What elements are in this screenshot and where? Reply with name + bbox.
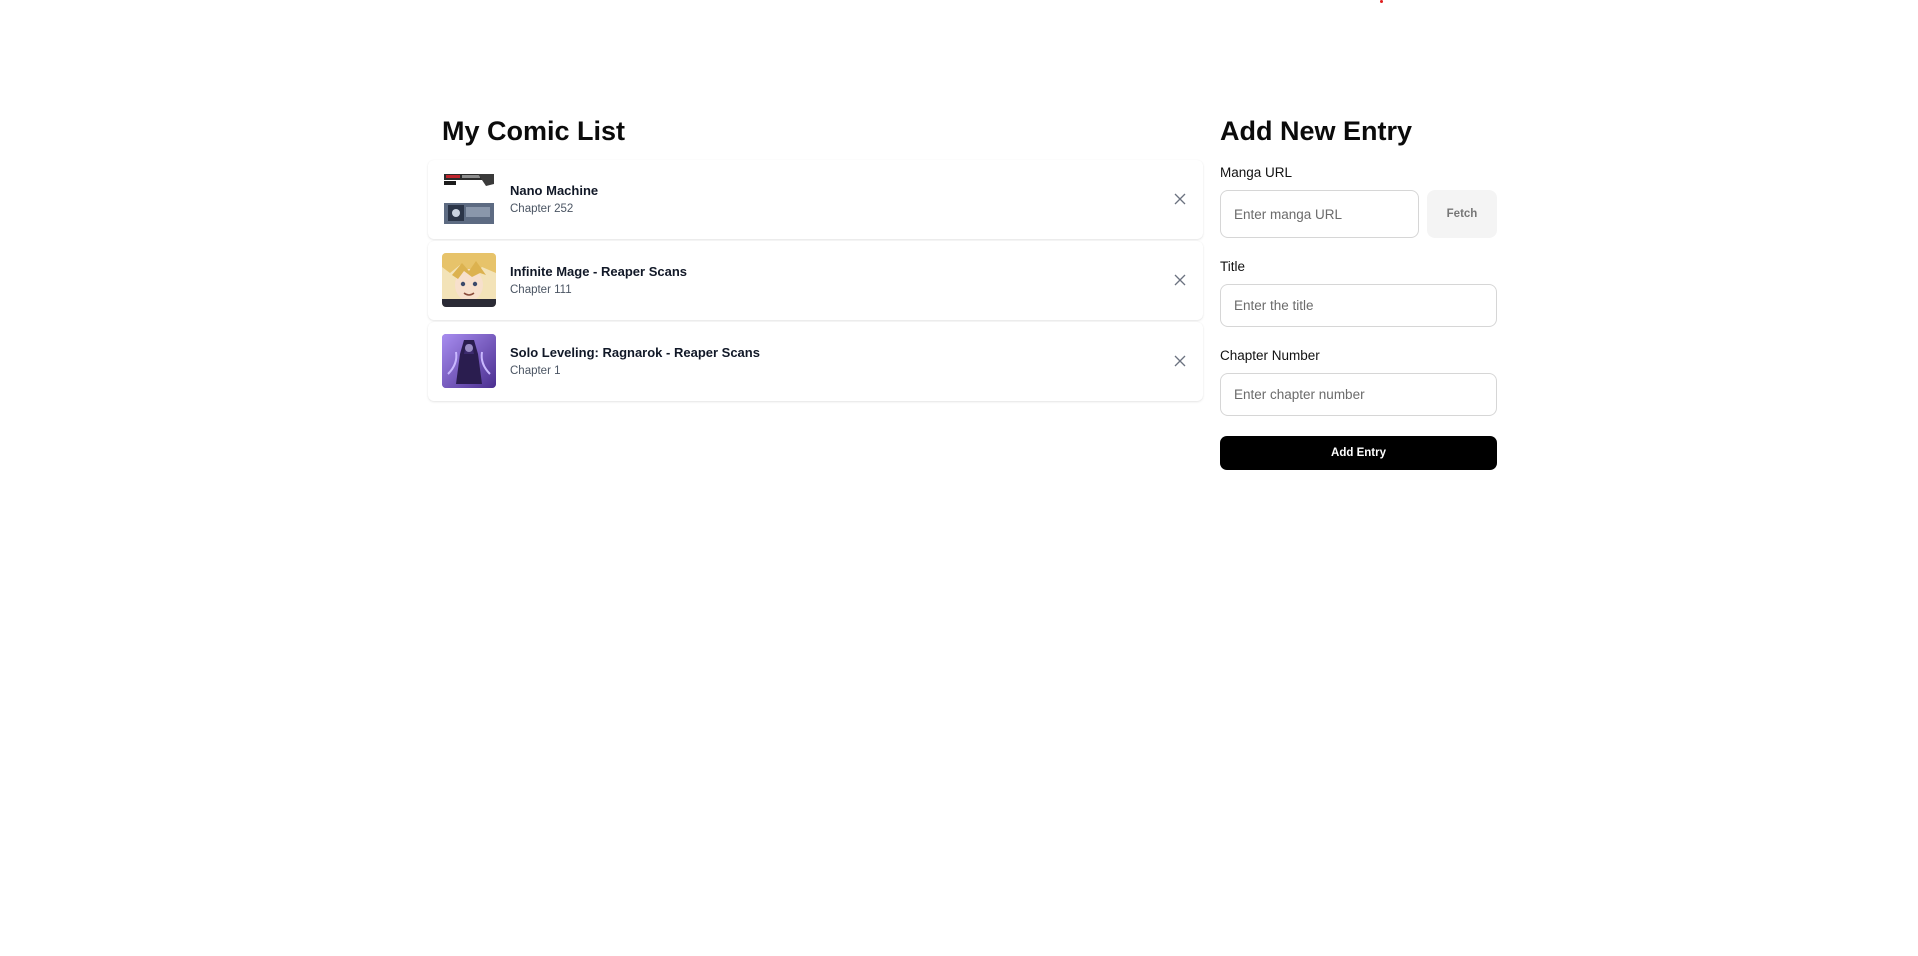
title-input[interactable] (1220, 284, 1497, 327)
close-icon (1174, 274, 1186, 286)
comic-list-section: My Comic List Nano Machine Chapter 252 I… (428, 112, 1203, 403)
comic-thumbnail[interactable] (442, 172, 496, 226)
comic-thumbnail[interactable] (442, 334, 496, 388)
comic-thumbnail[interactable] (442, 253, 496, 307)
indicator-dot (1380, 0, 1383, 3)
comic-title: Nano Machine (510, 183, 599, 198)
add-entry-form: Add New Entry Manga URL Fetch Title Chap… (1220, 112, 1497, 470)
comic-chapter: Chapter 252 (510, 203, 574, 215)
close-icon (1174, 355, 1186, 367)
remove-entry-button[interactable] (1171, 190, 1189, 208)
comic-list-title: My Comic List (442, 116, 626, 146)
close-icon (1174, 193, 1186, 205)
comic-entry: Solo Leveling: Ragnarok - Reaper Scans C… (428, 322, 1203, 401)
page: My Comic List Nano Machine Chapter 252 I… (0, 0, 1918, 956)
comic-entry: Nano Machine Chapter 252 (428, 160, 1203, 239)
chapter-number-input[interactable] (1220, 373, 1497, 416)
title-field: Title (1220, 258, 1497, 327)
title-label: Title (1220, 259, 1246, 274)
comic-title: Solo Leveling: Ragnarok - Reaper Scans (510, 345, 760, 360)
remove-entry-button[interactable] (1171, 352, 1189, 370)
manga-url-row: Fetch (1220, 190, 1497, 238)
add-entry-button[interactable]: Add Entry (1220, 436, 1497, 470)
chapter-number-label: Chapter Number (1220, 348, 1320, 363)
manga-url-input[interactable] (1220, 190, 1419, 238)
comic-chapter: Chapter 111 (510, 284, 572, 296)
form-title: Add New Entry (1220, 116, 1413, 146)
fetch-button[interactable]: Fetch (1427, 190, 1497, 238)
manga-url-label: Manga URL (1220, 165, 1293, 180)
chapter-field: Chapter Number (1220, 347, 1497, 416)
comic-chapter: Chapter 1 (510, 365, 561, 377)
comic-entry: Infinite Mage - Reaper Scans Chapter 111 (428, 241, 1203, 320)
comic-title: Infinite Mage - Reaper Scans (510, 264, 687, 279)
remove-entry-button[interactable] (1171, 271, 1189, 289)
